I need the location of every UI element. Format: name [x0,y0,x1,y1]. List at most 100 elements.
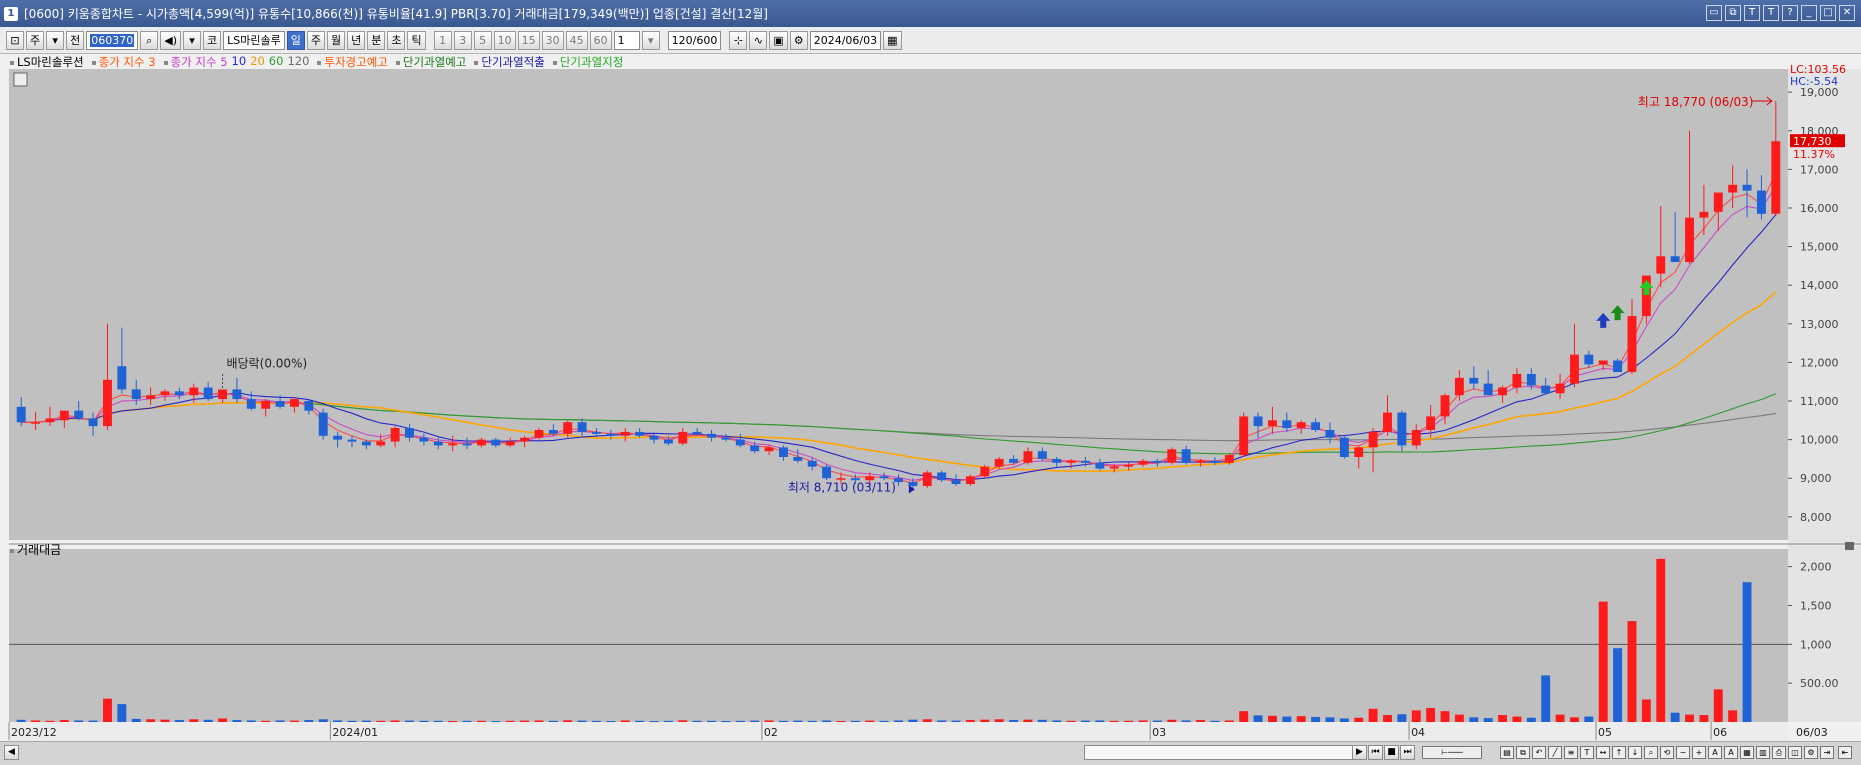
legend-ma-b[interactable]: 종가 지수 5 [163,54,228,70]
legend-stock[interactable]: LS마린솔루션 [10,54,84,70]
volume-bar [88,720,98,722]
calendar-icon[interactable]: ▦ [883,30,902,50]
end-icon[interactable]: ⇤ [1838,746,1852,759]
scroll-right-icon[interactable]: ▶ [1352,745,1367,760]
fib-tool-icon[interactable]: ≡ [1564,746,1578,759]
volume-bar [261,720,271,722]
split-icon[interactable]: ◫ [1788,746,1802,759]
plus-icon[interactable]: + [1692,746,1706,759]
interval-input[interactable]: 1 [613,30,640,50]
candle-body [620,431,630,436]
interval-1[interactable]: 1 [433,30,452,50]
period-tick[interactable]: 틱 [407,30,426,50]
volume-bar [1411,710,1421,722]
config-icon[interactable]: ⚙ [1804,746,1818,759]
period-month[interactable]: 월 [326,30,346,50]
date-input[interactable]: 2024/06/03 [809,30,882,50]
stock-type-dropdown-icon[interactable]: ▾ [46,30,65,50]
period-week[interactable]: 주 [306,30,325,50]
interval-15[interactable]: 15 [517,30,540,50]
undo-icon[interactable]: ↶ [1532,746,1546,759]
scroll-first-icon[interactable]: ⏮ [1368,745,1383,760]
candle-body [218,389,227,400]
market-button[interactable]: 전 [66,30,85,50]
copy-icon[interactable]: ⧉ [1516,746,1530,759]
grid-icon[interactable]: ▦ [1740,746,1754,759]
interval-5[interactable]: 5 [473,30,492,50]
legend-ma-60[interactable]: 60 [269,54,284,70]
legend-warn-3[interactable]: 단기과열적출 [474,54,545,70]
volume-bar [117,704,127,722]
current-price-label: 17,730 [1793,135,1832,148]
line-tool-icon[interactable]: ╱ [1548,746,1562,759]
minimize-icon[interactable]: _ [1801,5,1817,21]
volume-bar [1224,720,1234,722]
sound-icon[interactable]: ◀) [160,30,182,50]
minus-icon[interactable]: − [1676,746,1690,759]
measure-icon[interactable]: ↔ [1596,746,1610,759]
bar-count-input[interactable]: 120/600 [667,30,722,50]
arrow-down-icon[interactable]: ↓ [1628,746,1642,759]
scroll-track[interactable] [1084,745,1356,760]
legend-ma-10[interactable]: 10 [232,54,247,70]
scroll-last-icon[interactable]: ⏭ [1400,745,1415,760]
legend-ma-a[interactable]: 종가 지수 3 [91,54,156,70]
scroll-left-icon[interactable]: ◀ [4,745,19,760]
period-year[interactable]: 년 [347,30,366,50]
sound-dropdown-icon[interactable]: ▾ [183,30,202,50]
print-icon[interactable]: ⎙ [1772,746,1786,759]
maximize-icon[interactable]: □ [1820,5,1836,21]
tile-icon[interactable]: ▭ [1706,5,1722,21]
period-minute[interactable]: 분 [367,30,386,50]
trend-icon[interactable]: ∿ [749,30,768,50]
legend-warn-1[interactable]: 투자경고예고 [317,54,388,70]
export-icon[interactable]: ⇥ [1820,746,1834,759]
volume-bar [218,718,227,722]
interval-dropdown-icon[interactable]: ▾ [641,30,660,50]
text-tool-icon[interactable]: T [1580,746,1594,759]
chart-canvas[interactable]: 19,00018,00017,00016,00015,00014,00013,0… [0,54,1861,741]
layout-icon[interactable]: ▤ [1500,746,1514,759]
font-icon[interactable]: T [1763,5,1779,21]
stop-icon[interactable]: ■ [1384,745,1399,760]
crosshair-icon[interactable]: ⊹ [729,30,748,50]
interval-3[interactable]: 3 [453,30,472,50]
settings-gear-icon[interactable]: ⚙ [789,30,808,50]
volume-bar [865,720,875,722]
cascade-icon[interactable]: ⧉ [1725,5,1741,21]
zoom-slider-icon[interactable]: ⊢─── [1422,746,1482,759]
interval-45[interactable]: 45 [565,30,588,50]
legend-ma-20[interactable]: 20 [250,54,265,70]
candle-body [793,456,803,461]
candle-body [232,389,242,400]
period-day[interactable]: 일 [286,30,305,50]
font-small-icon[interactable]: A [1708,746,1722,759]
bars-icon[interactable]: ▥ [1756,746,1770,759]
font-size-icon[interactable]: T [1744,5,1760,21]
zoom-icon[interactable]: ⌕ [1644,746,1658,759]
change-percent-label: 11.37% [1793,148,1835,161]
volume-bar [1641,699,1651,722]
period-second[interactable]: 초 [387,30,406,50]
legend-warn-2[interactable]: 단기과열예고 [395,54,466,70]
font-large-icon[interactable]: A [1724,746,1738,759]
stock-code-input[interactable]: 060370 [86,30,139,50]
volume-bar [405,720,414,722]
interval-60[interactable]: 60 [589,30,612,50]
save-icon[interactable]: ▣ [769,30,788,50]
legend-warn-4[interactable]: 단기과열지정 [552,54,623,70]
help-icon[interactable]: ? [1782,5,1798,21]
volume-bar [289,720,299,722]
search-icon[interactable]: ⌕ [140,30,159,50]
interval-30[interactable]: 30 [541,30,564,50]
chart-type-icon[interactable]: ⊡ [6,30,24,50]
interval-10[interactable]: 10 [493,30,516,50]
close-icon[interactable]: ✕ [1839,5,1855,21]
chart-area[interactable]: 19,000 18,000 17,000 16,000 15,000 14,000 13,0… [0,54,1861,765]
stock-name-field[interactable]: LS마린솔루 [223,30,285,50]
stock-type-select[interactable]: 주 [26,30,45,50]
legend-ma-120[interactable]: 120 [287,54,309,70]
reset-icon[interactable]: ⟲ [1660,746,1674,759]
arrow-up-icon[interactable]: ↑ [1612,746,1626,759]
market-code-button[interactable]: 코 [203,30,222,50]
